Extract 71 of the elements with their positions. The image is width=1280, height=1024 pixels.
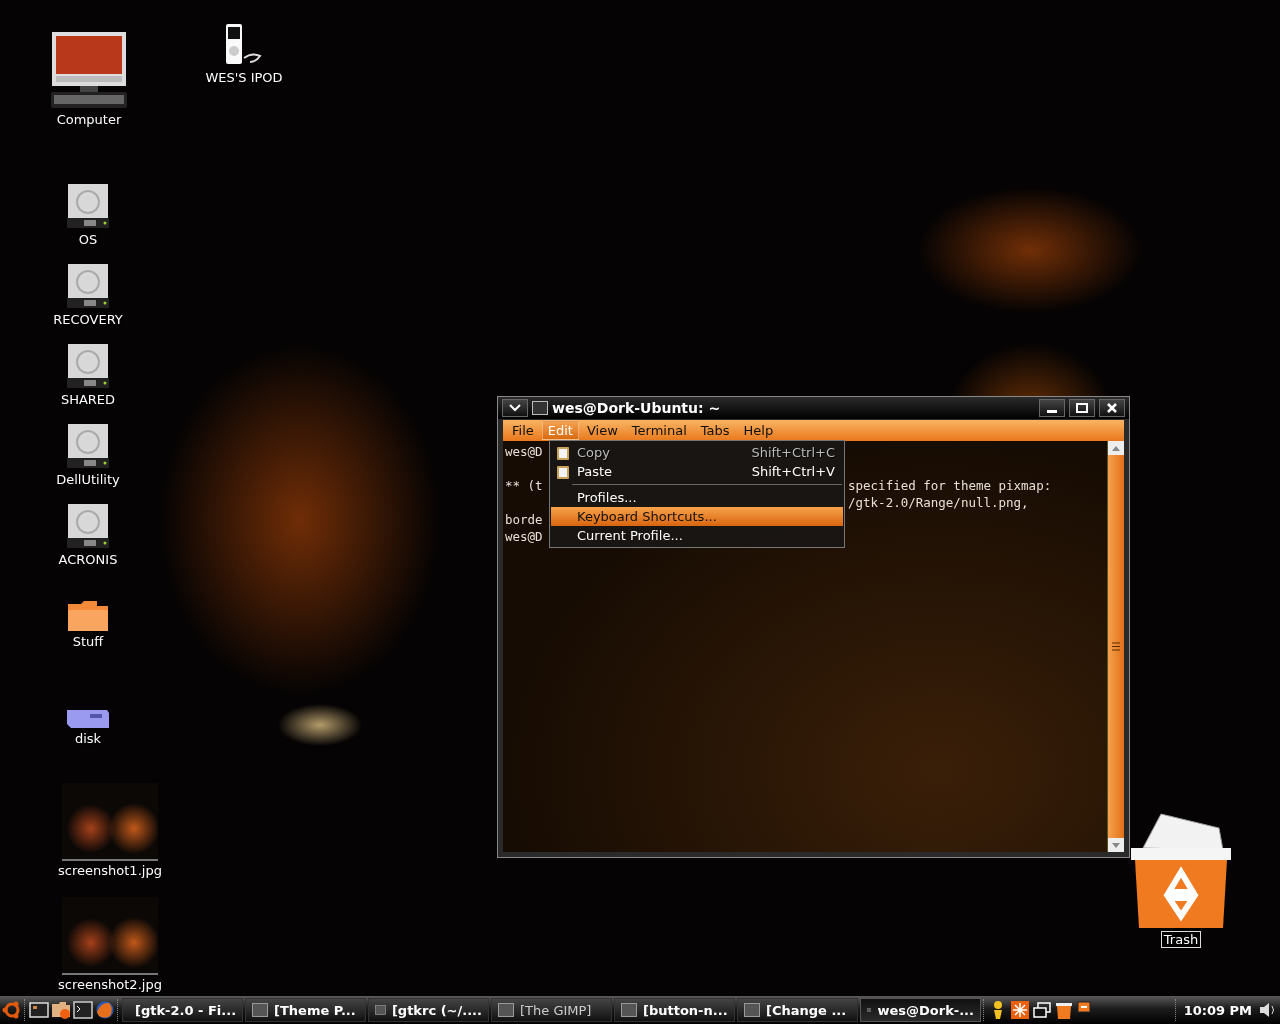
terminal-icon [532, 401, 548, 415]
maximize-icon [1076, 403, 1088, 413]
computer-icon [50, 30, 128, 110]
minimize-button[interactable] [1039, 399, 1065, 417]
icon-label[interactable]: disk [72, 731, 104, 746]
browser-icon[interactable] [95, 1000, 115, 1020]
terminal-text: borde [505, 512, 543, 527]
icon-label[interactable]: Computer [54, 112, 124, 127]
up-arrow-icon [1112, 445, 1120, 451]
task-button[interactable]: [Change ... [737, 998, 858, 1022]
clock[interactable]: 10:09 PM [1179, 1002, 1256, 1018]
icon-label[interactable]: screenshot2.jpg [56, 977, 164, 992]
hard-drive-icon [64, 502, 112, 550]
task-button[interactable]: [gtk-2.0 - Fi... [122, 998, 243, 1022]
window-title: wes@Dork-Ubuntu: ~ [552, 400, 721, 416]
menu-item[interactable]: Paste Shift+Ctrl+V [551, 462, 843, 481]
windows-icon[interactable] [1032, 1000, 1052, 1020]
task-button[interactable]: [button-n... [614, 998, 735, 1022]
menu-item[interactable]: Profiles... [551, 488, 843, 507]
menu-title[interactable]: Tabs [694, 421, 736, 440]
menu-title[interactable]: Terminal [625, 421, 693, 440]
icon-label[interactable]: OS [76, 232, 100, 247]
menu-item[interactable]: Current Profile... [551, 526, 843, 545]
close-button[interactable] [1099, 399, 1125, 417]
icon-label[interactable]: Trash [1161, 932, 1201, 947]
task-button[interactable]: [gtkrc (~/.... [368, 998, 489, 1022]
menu-title[interactable]: File [506, 421, 540, 440]
grip-icon [1112, 642, 1120, 651]
scrollbar[interactable] [1107, 441, 1124, 852]
task-button[interactable]: [Theme P... [245, 998, 366, 1022]
task-button[interactable]: [The GIMP] [491, 998, 612, 1022]
clipboard-icon [555, 463, 571, 480]
update-star-icon[interactable] [1010, 1000, 1030, 1020]
hard-drive-icon [64, 262, 112, 310]
window-menu-button[interactable] [502, 399, 528, 417]
terminal-text: ** (t [505, 478, 543, 493]
icon-label[interactable]: SHARED [58, 392, 118, 407]
ubuntu-logo-icon[interactable] [2, 1000, 22, 1020]
terminal-text: /gtk-2.0/Range/null.png, [848, 495, 1029, 510]
hard-drive-icon [64, 182, 112, 230]
window-icon [252, 1003, 268, 1017]
terminal-icon[interactable] [73, 1000, 93, 1020]
terminal-text: wes@D [505, 444, 543, 459]
menu-item[interactable]: Keyboard Shortcuts... [551, 507, 843, 526]
menu-title[interactable]: View [580, 421, 624, 440]
window-icon [744, 1003, 760, 1017]
terminal-text: specified for theme pixmap: [848, 478, 1052, 493]
icon-label[interactable]: WES'S IPOD [203, 70, 285, 85]
terminal-text: wes@D [505, 529, 543, 544]
window-icon [498, 1003, 514, 1017]
icon-label[interactable]: screenshot1.jpg [56, 863, 164, 878]
icon-label[interactable]: RECOVERY [51, 312, 125, 327]
menu-title[interactable]: Help [737, 421, 780, 440]
clipboard-icon [555, 444, 571, 461]
task-button[interactable]: wes@Dork-... [860, 998, 981, 1022]
minimize-icon [1047, 409, 1057, 413]
icon-label[interactable]: Stuff [70, 634, 106, 649]
down-arrow-icon [1112, 842, 1120, 848]
close-icon [1107, 403, 1117, 413]
icon-label[interactable]: DellUtility [54, 472, 122, 487]
hard-drive-icon [64, 422, 112, 470]
hard-drive-icon [64, 342, 112, 390]
trash-icon[interactable] [1054, 1000, 1074, 1020]
window-icon [621, 1003, 637, 1017]
chevron-down-icon [509, 404, 521, 412]
home-folder-icon[interactable] [51, 1000, 71, 1020]
window-icon [375, 1003, 386, 1017]
maximize-button[interactable] [1069, 399, 1095, 417]
icon-label[interactable]: ACRONIS [56, 552, 120, 567]
show-desktop-icon[interactable] [29, 1000, 49, 1020]
memory-card-icon [66, 709, 110, 729]
